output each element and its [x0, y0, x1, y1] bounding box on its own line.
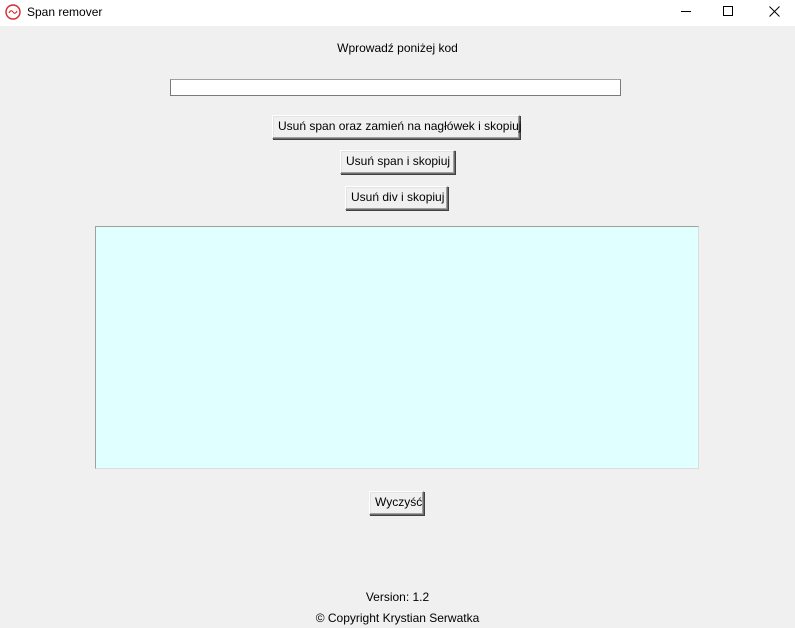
- maximize-button[interactable]: [705, 0, 751, 26]
- remove-span-copy-button[interactable]: Usuń span i skopiuj: [340, 150, 455, 174]
- minimize-button[interactable]: [663, 0, 709, 26]
- copyright-label: © Copyright Krystian Serwatka: [315, 611, 480, 625]
- output-textarea[interactable]: [95, 226, 699, 469]
- app-logo-icon: [5, 4, 21, 20]
- minimize-icon: [680, 6, 692, 20]
- remove-span-header-copy-button[interactable]: Usuń span oraz zamień na nagłówek i skop…: [272, 115, 521, 139]
- title-bar[interactable]: Span remover: [0, 0, 795, 26]
- code-input[interactable]: [170, 79, 621, 96]
- window-title: Span remover: [27, 5, 103, 19]
- clear-button[interactable]: Wyczyść: [369, 491, 424, 515]
- version-label: Version: 1.2: [365, 590, 430, 604]
- close-button[interactable]: [751, 0, 795, 26]
- remove-div-copy-button[interactable]: Usuń div i skopiuj: [345, 186, 448, 210]
- app-window: Span remover Wprowadź poniżej kod Usuń s…: [0, 0, 795, 628]
- close-icon: [768, 6, 780, 20]
- maximize-icon: [722, 6, 734, 20]
- prompt-label: Wprowadź poniżej kod: [337, 41, 458, 55]
